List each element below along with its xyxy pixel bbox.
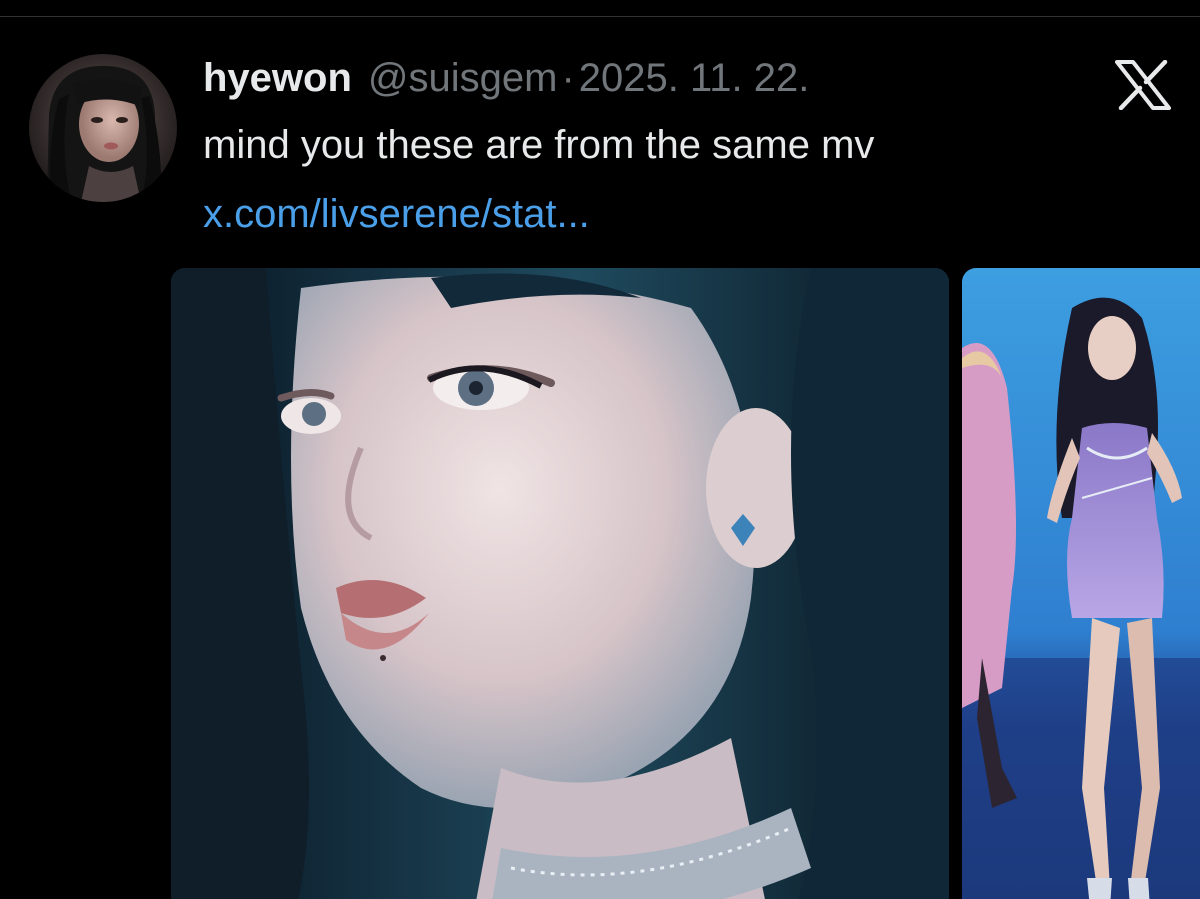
avatar-image [29,54,177,202]
x-logo-icon[interactable] [1115,60,1171,110]
author-name[interactable]: hyewon [203,56,352,101]
tweet-date[interactable]: 2025. 11. 22. [579,56,810,101]
photo-closeup-image [171,268,949,899]
top-divider [0,16,1200,17]
tweet-header: hyewon @suisgem · 2025. 11. 22. [203,56,809,104]
photo-stage-performance[interactable] [962,268,1200,899]
profile-avatar[interactable] [29,54,177,202]
tweet-link[interactable]: x.com/livserene/stat... [203,192,590,237]
tweet-text: mind you these are from the same mv [203,123,875,167]
photo-stage-performance-image [962,268,1200,899]
photo-closeup[interactable] [171,268,949,899]
separator-dot: · [561,56,575,100]
author-handle[interactable]: @suisgem [368,56,558,101]
